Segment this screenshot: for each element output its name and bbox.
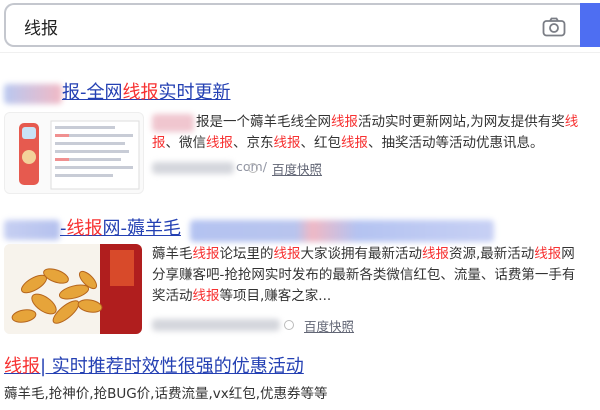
result-2-snapshot-link[interactable]: 百度快照 xyxy=(304,316,354,335)
search-box[interactable] xyxy=(4,3,600,47)
header-divider xyxy=(0,52,600,53)
result-2-thumbnail[interactable] xyxy=(4,244,142,334)
blurred-site-name xyxy=(152,114,194,132)
result-1-thumbnail[interactable] xyxy=(4,112,144,194)
search-submit-button[interactable] xyxy=(580,3,600,47)
search-input[interactable] xyxy=(24,15,504,37)
result-1-snapshot-link[interactable]: 百度快照 xyxy=(272,159,322,178)
result-2-thumbnail-image xyxy=(4,244,142,334)
snapshot-clock-icon-2 xyxy=(284,320,294,330)
blurred-title-prefix xyxy=(4,84,62,104)
blurred-title-prefix-2 xyxy=(4,220,60,240)
blurred-url xyxy=(152,162,234,174)
snapshot-clock-icon xyxy=(248,163,258,173)
result-3-description: 薅羊毛,抢神价,抢BUG价,话费流量,vx红包,优惠券等等 xyxy=(4,386,328,402)
result-1-title[interactable]: 报-全网线报实时更新 xyxy=(62,82,231,104)
result-3-title[interactable]: 线报| 实时推荐时效性很强的优惠活动 xyxy=(4,356,304,378)
camera-icon[interactable] xyxy=(542,17,566,37)
blurred-url-2 xyxy=(152,319,280,331)
result-2-description-line1: 薅羊毛线报论坛里的线报大家谈拥有最新活动线报资源,最新活动线报网 xyxy=(152,246,575,262)
result-2-description-line3: 奖活动线报等项目,赚客之家... xyxy=(152,288,332,304)
result-1-thumbnail-image xyxy=(5,113,143,193)
result-2-description-line2: 分享赚客吧-抢抢网实时发布的最新各类微信红包、流量、话费第一手有 xyxy=(152,267,576,283)
blurred-title-suffix-2 xyxy=(190,220,494,242)
result-1-description-line2: 报、微信线报、京东线报、红包线报、抽奖活动等活动优惠讯息。 xyxy=(152,135,544,151)
result-1-description: 报是一个薅羊毛线全网线报活动实时更新网站,为网友提供有奖线 xyxy=(196,114,579,130)
result-2-title[interactable]: -线报网-薅羊毛 xyxy=(60,218,181,240)
